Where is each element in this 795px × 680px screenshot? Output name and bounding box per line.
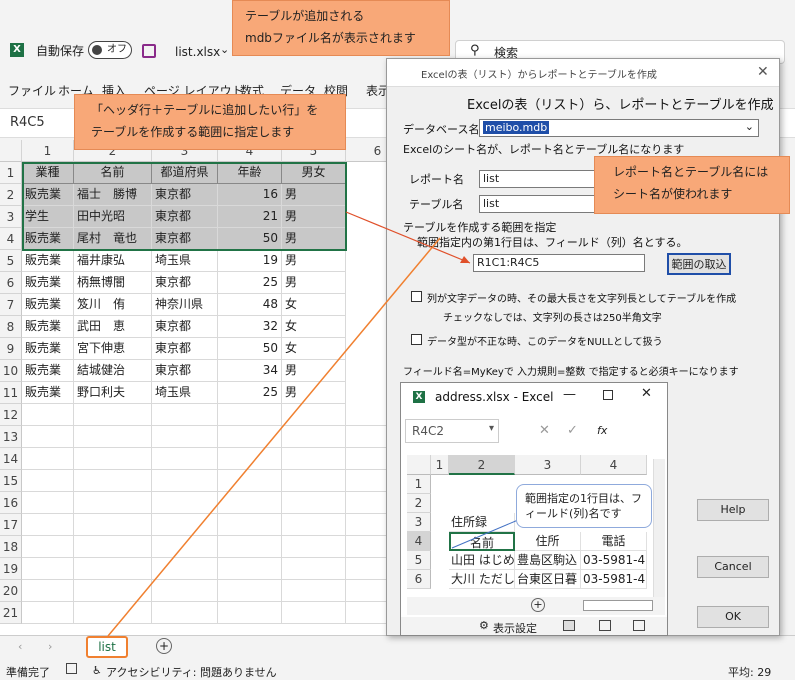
callout-range: 「ヘッダ行＋テーブルに追加したい行」を テーブルを作成する範囲に指定します bbox=[74, 94, 346, 150]
callout-mdb-line2: mdbファイル名が表示されます bbox=[245, 31, 416, 45]
callout-sheetname-line1: レポート名とテーブル名には bbox=[613, 165, 769, 179]
callout-sheetname-line2: シート名が使われます bbox=[613, 187, 733, 201]
bubble-connector bbox=[451, 519, 519, 549]
callout-mdb-line1: テーブルが追加される bbox=[245, 9, 365, 23]
bubble-line2: ィールド(列)名です bbox=[525, 507, 622, 520]
callout-range-line1: 「ヘッダ行＋テーブルに追加したい行」を bbox=[91, 103, 319, 117]
callout-sheetname: レポート名とテーブル名には シート名が使われます bbox=[594, 156, 790, 214]
screenshot-root: X 自動保存 オフ list.xlsx ⌄ ⚲ 検索 ファイル ホーム 挿入 ペ… bbox=[0, 0, 795, 680]
callout-mdb: テーブルが追加される mdbファイル名が表示されます bbox=[232, 0, 450, 56]
field-name-bubble: 範囲指定の1行目は、フ ィールド(列)名です bbox=[516, 484, 652, 528]
range-arrow bbox=[345, 211, 471, 264]
bubble-line1: 範囲指定の1行目は、フ bbox=[525, 492, 642, 505]
callout-range-line2: テーブルを作成する範囲に指定します bbox=[91, 125, 295, 139]
tab-connector bbox=[107, 237, 441, 637]
